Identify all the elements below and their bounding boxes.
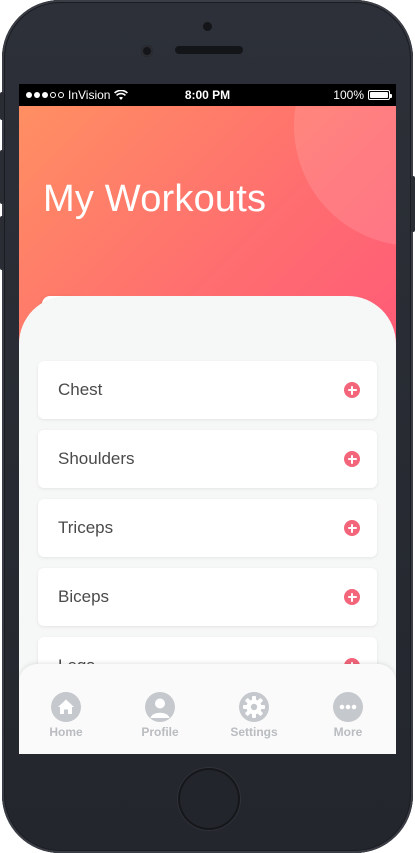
- more-icon: [333, 692, 363, 722]
- add-exercise-icon[interactable]: [344, 451, 360, 467]
- earpiece-speaker: [175, 46, 243, 54]
- add-exercise-icon[interactable]: [344, 589, 360, 605]
- page-title: My Workouts: [43, 178, 267, 220]
- workout-label: Chest: [58, 380, 103, 399]
- decorative-circle: [294, 106, 396, 246]
- workout-label: Biceps: [58, 587, 110, 606]
- add-exercise-icon[interactable]: [344, 382, 360, 398]
- gear-icon: [239, 692, 269, 722]
- tab-home[interactable]: Home: [31, 692, 101, 739]
- workout-item-biceps[interactable]: Biceps: [38, 568, 377, 626]
- volume-up-button: [0, 150, 4, 204]
- tab-label: Home: [49, 725, 83, 739]
- volume-down-button: [0, 216, 4, 270]
- tab-label: Settings: [230, 725, 278, 739]
- workout-label: Shoulders: [58, 449, 135, 468]
- workout-item-shoulders[interactable]: Shoulders: [38, 430, 377, 488]
- battery-percent: 100%: [333, 88, 364, 102]
- app-screen: InVision 8:00 PM 100% My Workouts Chest …: [19, 84, 396, 754]
- tab-label: More: [333, 725, 363, 739]
- home-icon: [51, 692, 81, 722]
- tab-more[interactable]: More: [313, 692, 383, 739]
- battery-icon: [368, 90, 392, 100]
- workout-item-triceps[interactable]: Triceps: [38, 499, 377, 557]
- workout-label: Triceps: [58, 518, 114, 537]
- workout-item-chest[interactable]: Chest: [38, 361, 377, 419]
- status-bar: InVision 8:00 PM 100%: [19, 84, 396, 106]
- tab-label: Profile: [141, 725, 179, 739]
- tab-settings[interactable]: Settings: [219, 692, 289, 739]
- profile-icon: [145, 692, 175, 722]
- tab-bar: Home Profile Settings More: [19, 664, 396, 754]
- front-camera: [141, 45, 153, 57]
- battery-area: 100%: [333, 88, 392, 102]
- proximity-sensor: [203, 22, 212, 31]
- tab-profile[interactable]: Profile: [125, 692, 195, 739]
- home-button[interactable]: [178, 768, 240, 830]
- power-button: [411, 176, 415, 232]
- mute-switch: [0, 92, 4, 120]
- add-exercise-icon[interactable]: [344, 520, 360, 536]
